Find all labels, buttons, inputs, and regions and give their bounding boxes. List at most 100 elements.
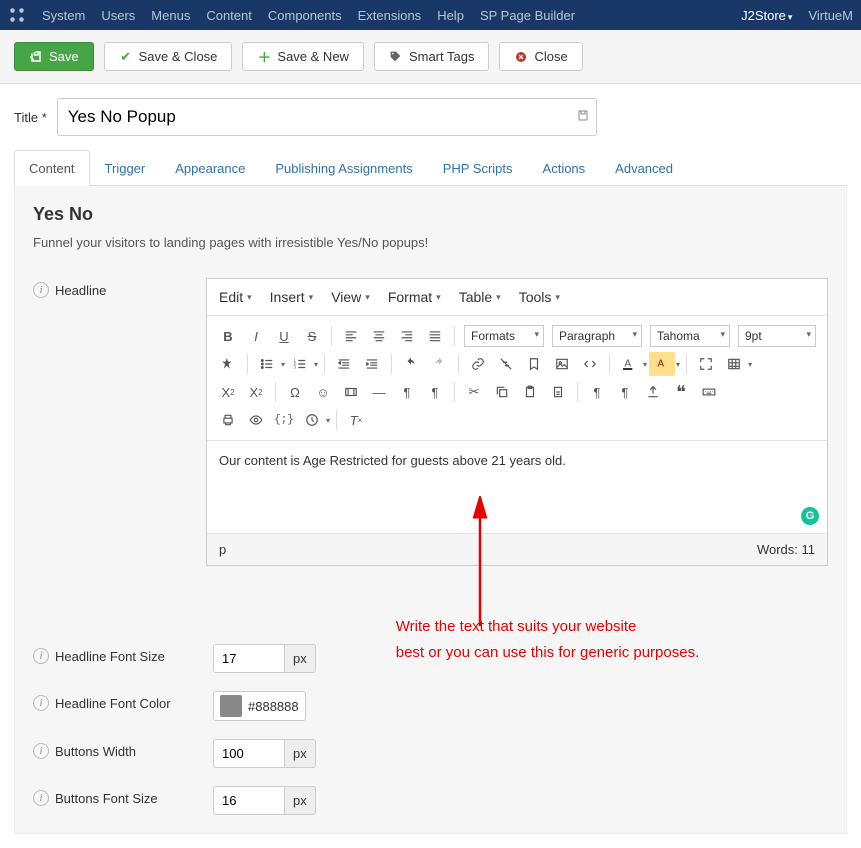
menu-format[interactable]: Format▾ bbox=[388, 289, 441, 305]
paste-icon[interactable] bbox=[517, 380, 543, 404]
menu-tools[interactable]: Tools▾ bbox=[519, 289, 560, 305]
align-right-icon[interactable] bbox=[394, 324, 420, 348]
specialchar-icon[interactable]: Ω bbox=[282, 380, 308, 404]
menu-insert[interactable]: Insert▾ bbox=[270, 289, 314, 305]
formats-select[interactable]: Formats bbox=[464, 325, 544, 347]
outdent-icon[interactable] bbox=[331, 352, 357, 376]
nav-users[interactable]: Users bbox=[101, 8, 135, 23]
font-select[interactable]: Tahoma bbox=[650, 325, 730, 347]
color-picker[interactable]: #888888 bbox=[213, 691, 306, 721]
number-list-icon[interactable]: 123 bbox=[287, 352, 313, 376]
nav-content[interactable]: Content bbox=[206, 8, 252, 23]
menu-view[interactable]: View▾ bbox=[331, 289, 370, 305]
superscript-icon[interactable]: X2 bbox=[243, 380, 269, 404]
menu-edit[interactable]: Edit▾ bbox=[219, 289, 252, 305]
table-icon[interactable] bbox=[721, 352, 747, 376]
save-new-button[interactable]: ＋ Save & New bbox=[242, 42, 364, 71]
nav-system[interactable]: System bbox=[42, 8, 85, 23]
info-icon[interactable]: i bbox=[33, 790, 49, 806]
fontsize-select[interactable]: 9pt bbox=[738, 325, 816, 347]
headline-font-size-input[interactable] bbox=[213, 644, 285, 673]
headline-label: Headline bbox=[55, 283, 106, 298]
codeblock-icon[interactable]: {;} bbox=[271, 408, 297, 432]
ltr-icon[interactable]: ¶ bbox=[394, 380, 420, 404]
tab-advanced[interactable]: Advanced bbox=[600, 150, 688, 186]
nav-menus[interactable]: Menus bbox=[151, 8, 190, 23]
info-icon[interactable]: i bbox=[33, 695, 49, 711]
underline-icon[interactable]: U bbox=[271, 324, 297, 348]
bookmark-icon[interactable] bbox=[521, 352, 547, 376]
strike-icon[interactable]: S bbox=[299, 324, 325, 348]
menu-table[interactable]: Table▾ bbox=[459, 289, 501, 305]
bgcolor-icon[interactable]: A bbox=[649, 352, 675, 376]
grammarly-icon[interactable]: G bbox=[801, 507, 819, 525]
nav-virtuemart[interactable]: VirtueM bbox=[808, 8, 853, 23]
blockquote-icon[interactable]: ❝ bbox=[668, 380, 694, 404]
nav-j2store[interactable]: J2Store▾ bbox=[741, 8, 792, 23]
buttons-width-input[interactable] bbox=[213, 739, 285, 768]
keyboard-icon[interactable] bbox=[696, 380, 722, 404]
align-center-icon[interactable] bbox=[366, 324, 392, 348]
copy-icon[interactable] bbox=[489, 380, 515, 404]
align-left-icon[interactable] bbox=[338, 324, 364, 348]
field-label-text: Headline Font Color bbox=[55, 696, 171, 711]
tab-trigger[interactable]: Trigger bbox=[90, 150, 161, 186]
editor-toolbar: B I U S Formats Paragraph Tahoma 9pt bbox=[207, 316, 827, 441]
info-icon[interactable]: i bbox=[33, 743, 49, 759]
title-label: Title * bbox=[14, 110, 47, 125]
editor-path[interactable]: p bbox=[219, 542, 226, 557]
tab-publishing[interactable]: Publishing Assignments bbox=[260, 150, 427, 186]
cut-icon[interactable]: ✂ bbox=[461, 380, 487, 404]
hr-icon[interactable]: — bbox=[366, 380, 392, 404]
tab-php[interactable]: PHP Scripts bbox=[428, 150, 528, 186]
ltr-dir-icon[interactable]: ¶ bbox=[584, 380, 610, 404]
datetime-icon[interactable] bbox=[299, 408, 325, 432]
buttons-font-size-input[interactable] bbox=[213, 786, 285, 815]
top-navbar: System Users Menus Content Components Ex… bbox=[0, 0, 861, 30]
field-headline-font-color: i Headline Font Color #888888 bbox=[33, 691, 828, 721]
title-input[interactable] bbox=[57, 98, 597, 136]
save-button[interactable]: Save bbox=[14, 42, 94, 71]
link-icon[interactable] bbox=[465, 352, 491, 376]
media-icon[interactable] bbox=[338, 380, 364, 404]
info-icon[interactable]: i bbox=[33, 282, 49, 298]
info-icon[interactable]: i bbox=[33, 648, 49, 664]
italic-icon[interactable]: I bbox=[243, 324, 269, 348]
pastetext-icon[interactable] bbox=[545, 380, 571, 404]
bullet-list-icon[interactable] bbox=[254, 352, 280, 376]
subscript-icon[interactable]: X2 bbox=[215, 380, 241, 404]
tab-content[interactable]: Content bbox=[14, 150, 90, 186]
upload-icon[interactable] bbox=[640, 380, 666, 404]
paragraph-select[interactable]: Paragraph bbox=[552, 325, 642, 347]
nav-sppagebuilder[interactable]: SP Page Builder bbox=[480, 8, 575, 23]
content-panel: Yes No Funnel your visitors to landing p… bbox=[14, 186, 847, 834]
nav-components[interactable]: Components bbox=[268, 8, 342, 23]
smart-tags-button[interactable]: Smart Tags bbox=[374, 42, 490, 71]
tab-appearance[interactable]: Appearance bbox=[160, 150, 260, 186]
smart-tags-label: Smart Tags bbox=[409, 49, 475, 64]
find-icon[interactable] bbox=[215, 352, 241, 376]
print-icon[interactable] bbox=[215, 408, 241, 432]
emoji-icon[interactable]: ☺ bbox=[310, 380, 336, 404]
tab-actions[interactable]: Actions bbox=[528, 150, 601, 186]
save-close-button[interactable]: ✔ Save & Close bbox=[104, 42, 233, 71]
editor-content[interactable]: Our content is Age Restricted for guests… bbox=[207, 441, 827, 533]
clearformat-icon[interactable]: T× bbox=[343, 408, 369, 432]
nav-extensions[interactable]: Extensions bbox=[358, 8, 422, 23]
undo-icon[interactable] bbox=[398, 352, 424, 376]
rtl-dir-icon[interactable]: ¶ bbox=[612, 380, 638, 404]
indent-icon[interactable] bbox=[359, 352, 385, 376]
bold-icon[interactable]: B bbox=[215, 324, 241, 348]
fullscreen-icon[interactable] bbox=[693, 352, 719, 376]
align-justify-icon[interactable] bbox=[422, 324, 448, 348]
code-icon[interactable] bbox=[577, 352, 603, 376]
unlink-icon[interactable] bbox=[493, 352, 519, 376]
nav-help[interactable]: Help bbox=[437, 8, 464, 23]
rtl-para-icon[interactable]: ¶ bbox=[422, 380, 448, 404]
redo-icon[interactable] bbox=[426, 352, 452, 376]
image-icon[interactable] bbox=[549, 352, 575, 376]
close-button[interactable]: Close bbox=[499, 42, 582, 71]
textcolor-icon[interactable]: A bbox=[616, 352, 642, 376]
preview-icon[interactable] bbox=[243, 408, 269, 432]
save-inline-icon[interactable] bbox=[577, 109, 589, 126]
